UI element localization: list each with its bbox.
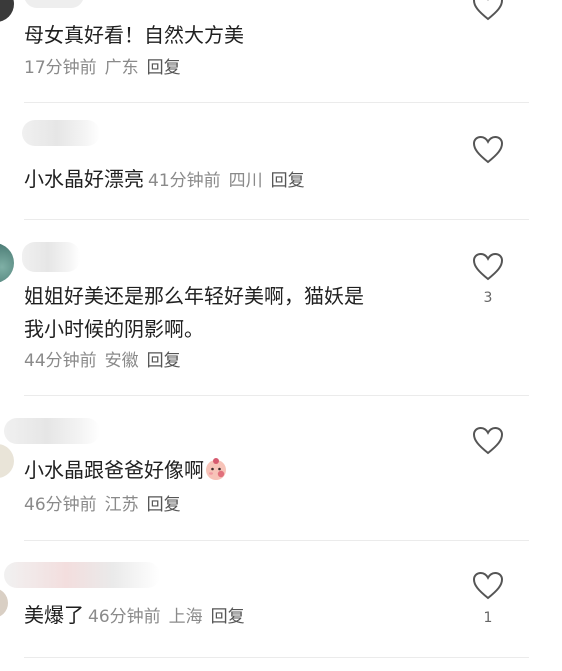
avatar[interactable] [0, 444, 14, 478]
comment-text: 小水晶跟爸爸好像啊 [24, 454, 228, 487]
divider [24, 657, 529, 658]
comment-body-line: 我小时候的阴影啊。 [24, 317, 204, 341]
avatar[interactable] [0, 243, 14, 283]
comment-time: 41分钟前 [148, 171, 221, 191]
comment-body: 小水晶好漂亮 [24, 167, 144, 191]
username-blurred[interactable] [22, 242, 80, 272]
like-button[interactable] [472, 571, 504, 601]
like-button[interactable] [472, 135, 504, 165]
like-button[interactable] [472, 0, 504, 22]
comment-time: 46分钟前 [88, 607, 161, 627]
comment-meta: 44分钟前 安徽 回复 [24, 346, 181, 371]
username-blurred[interactable] [4, 418, 100, 444]
divider [24, 219, 529, 220]
heart-outline-icon [472, 426, 504, 455]
comment-location: 广东 [104, 58, 139, 78]
reply-button[interactable]: 回复 [211, 607, 245, 627]
reply-button[interactable]: 回复 [147, 351, 181, 371]
comment-body: 小水晶跟爸爸好像啊 [24, 458, 204, 482]
username-blurred[interactable] [22, 120, 100, 146]
comment-location: 安徽 [104, 351, 139, 371]
username-blurred[interactable] [4, 562, 160, 588]
comment-location: 四川 [228, 171, 263, 191]
comment-time: 17分钟前 [24, 58, 97, 78]
like-count: 3 [483, 290, 493, 306]
comment-location: 上海 [168, 607, 203, 627]
comment-body-line: 姐姐好美还是那么年轻好美啊，猫妖是 [24, 284, 364, 308]
like-button[interactable] [472, 252, 504, 282]
comment-meta: 17分钟前 广东 回复 [24, 53, 181, 78]
heart-outline-icon [472, 571, 504, 600]
like-button[interactable] [472, 426, 504, 456]
comment-body: 美爆了 [24, 603, 84, 627]
comment-meta: 46分钟前 江苏 回复 [24, 490, 181, 515]
comment-time: 44分钟前 [24, 351, 97, 371]
comment-location: 江苏 [104, 495, 139, 515]
comment-time: 46分钟前 [24, 495, 97, 515]
like-count: 1 [483, 610, 493, 626]
heart-outline-icon [472, 252, 504, 281]
baby-face-emoji [206, 458, 226, 480]
divider [24, 540, 529, 541]
reply-button[interactable]: 回复 [271, 171, 305, 191]
heart-outline-icon [472, 135, 504, 164]
comment-text: 美爆了 46分钟前 上海 回复 [24, 599, 245, 634]
comment-text: 母女真好看！自然大方美 [24, 23, 244, 47]
reply-button[interactable]: 回复 [147, 58, 181, 78]
heart-outline-icon [472, 0, 504, 21]
comment-meta: 46分钟前 上海 回复 [88, 607, 245, 627]
avatar[interactable] [0, 588, 8, 618]
username-blurred[interactable] [24, 0, 84, 8]
comment-text: 姐姐好美还是那么年轻好美啊，猫妖是 我小时候的阴影啊。 [24, 280, 364, 346]
avatar[interactable] [0, 0, 14, 22]
divider [24, 102, 529, 103]
divider [24, 395, 529, 396]
comment-text: 小水晶好漂亮 41分钟前 四川 回复 [24, 163, 305, 198]
reply-button[interactable]: 回复 [147, 495, 181, 515]
comment-meta: 41分钟前 四川 回复 [148, 171, 305, 191]
